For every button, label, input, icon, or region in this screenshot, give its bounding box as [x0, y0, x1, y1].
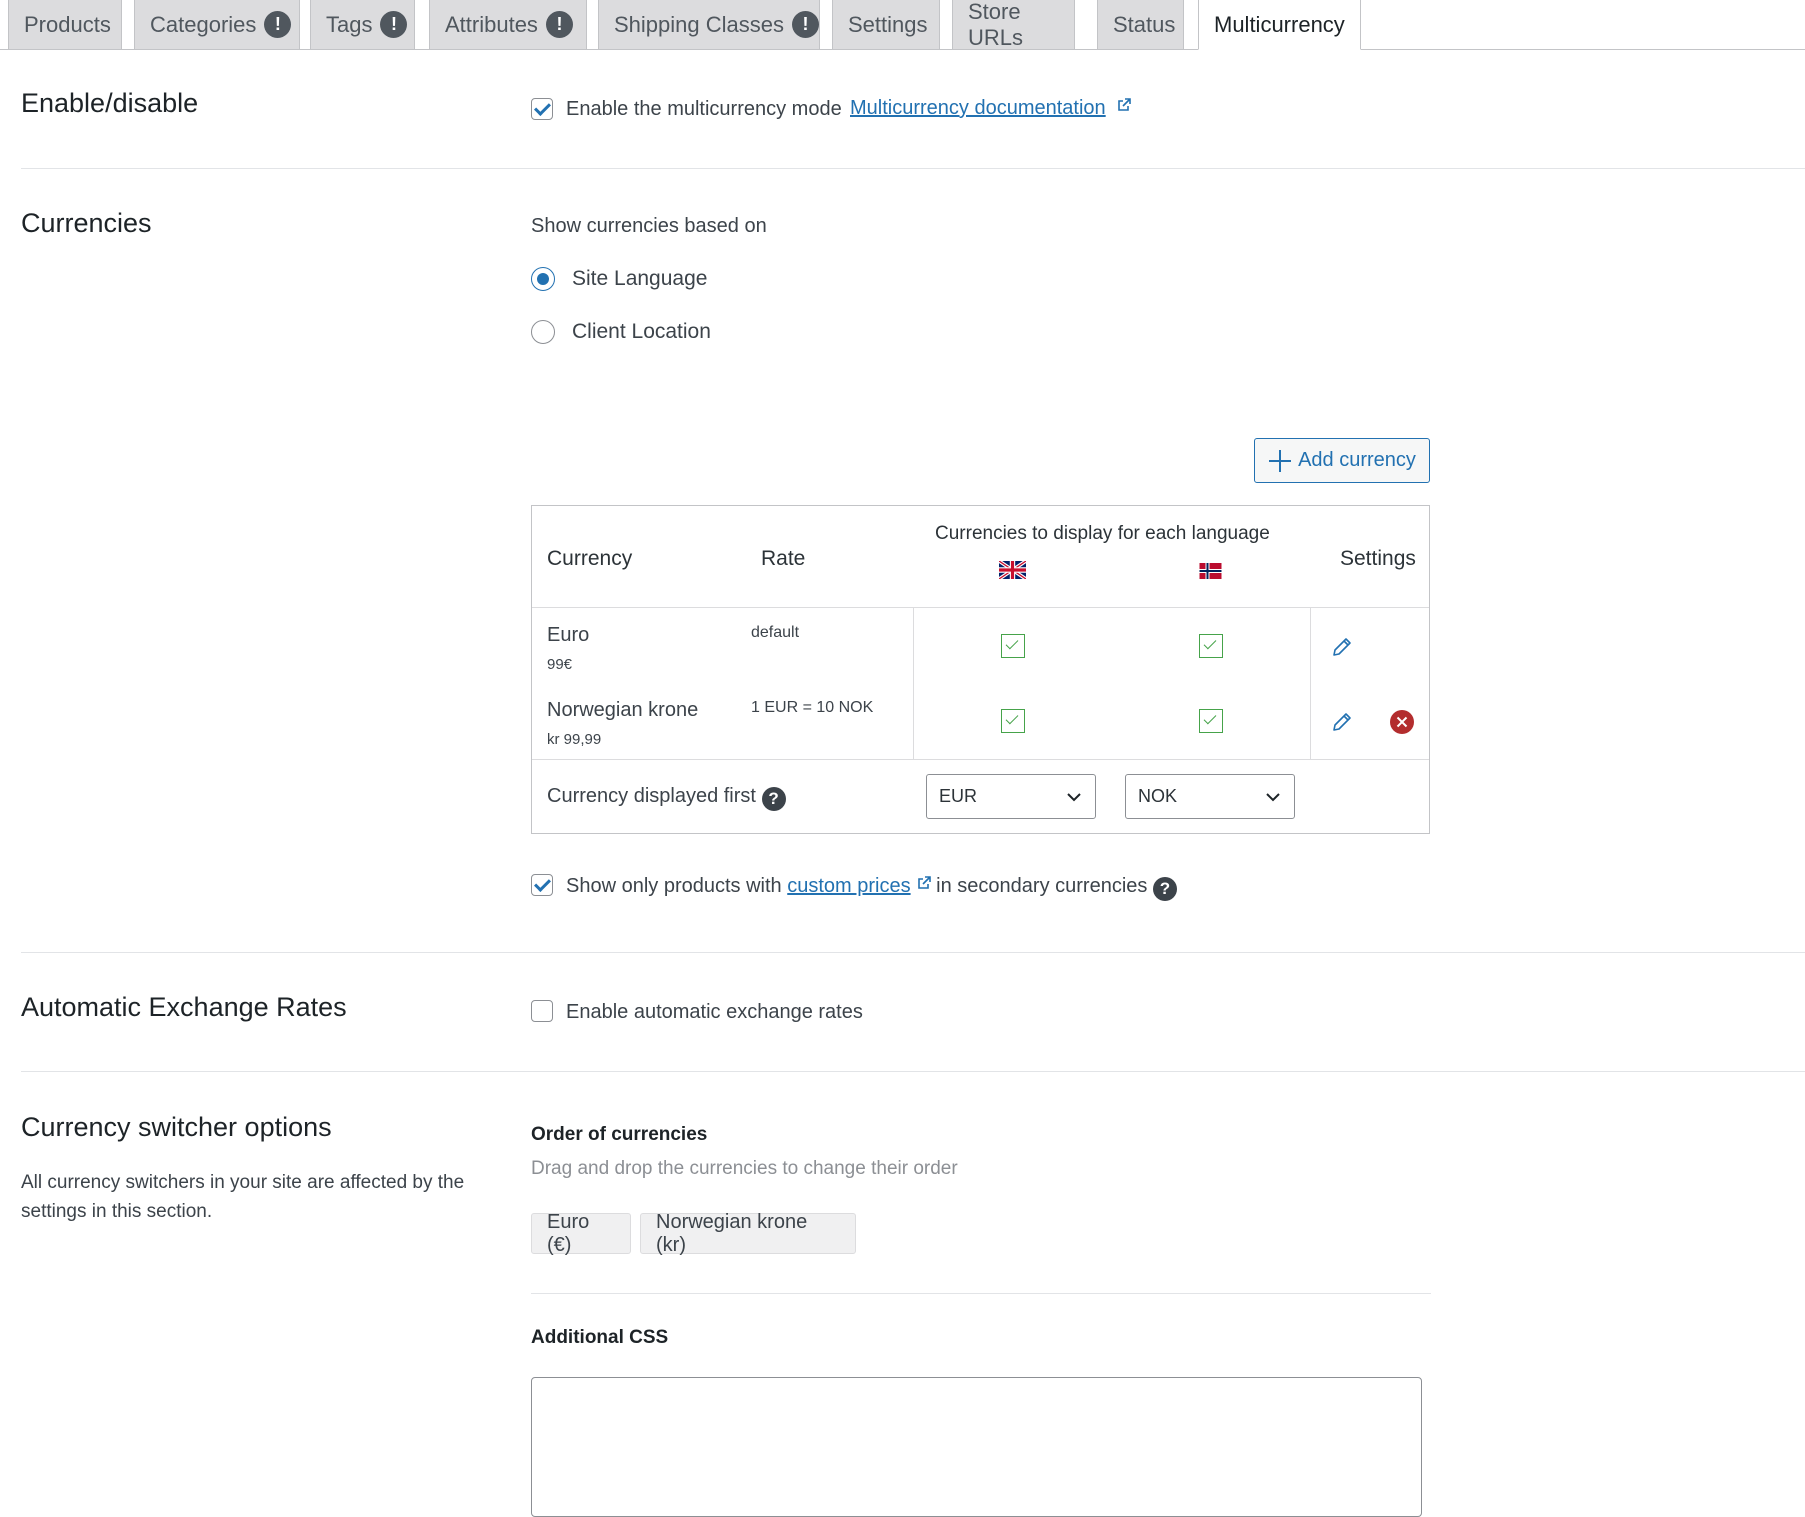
- enable-auto-rates-label: Enable automatic exchange rates: [566, 1001, 863, 1023]
- switcher-description-line2: settings in this section.: [21, 1201, 213, 1222]
- displayed-first-select-lang1[interactable]: EUR: [926, 774, 1096, 819]
- row-euro-rate: default: [751, 624, 800, 641]
- tab-label: Attributes: [445, 11, 538, 37]
- tab-label: Products: [24, 11, 111, 37]
- tab-settings[interactable]: Settings: [832, 0, 940, 49]
- tab-label: Store URLs: [968, 0, 1024, 50]
- edit-euro-pencil-icon[interactable]: [1330, 635, 1354, 659]
- table-col-divider: [913, 608, 914, 759]
- multicurrency-documentation-link[interactable]: Multicurrency documentation: [850, 97, 1106, 119]
- tab-shipping-classes[interactable]: Shipping Classes!: [598, 0, 820, 49]
- tab-status[interactable]: Status: [1097, 0, 1184, 49]
- displayed-first-select-lang2[interactable]: NOK: [1125, 774, 1295, 819]
- norway-flag-icon: [1199, 563, 1222, 579]
- warning-badge-icon: !: [264, 11, 292, 38]
- select-value: EUR: [939, 786, 978, 806]
- show-based-on-label: Show currencies based on: [531, 215, 767, 237]
- euro-lang1-check-icon[interactable]: [1001, 634, 1025, 658]
- row-nok-name: Norwegian krone: [547, 699, 699, 721]
- row-nok-price: kr 99,99: [547, 731, 602, 748]
- tab-label: Multicurrency: [1214, 11, 1345, 37]
- section-title-switcher: Currency switcher options: [21, 1112, 332, 1142]
- tab-store-urls[interactable]: Store URLs: [952, 0, 1075, 50]
- tab-multicurrency[interactable]: Multicurrency: [1198, 0, 1361, 50]
- section-title-enable: Enable/disable: [21, 88, 199, 118]
- show-only-label: Show only products with custom prices in…: [566, 875, 1177, 901]
- table-col-divider: [1310, 608, 1311, 759]
- enable-multicurrency-label: Enable the multicurrency mode: [566, 98, 842, 120]
- uk-flag-icon: [999, 561, 1026, 579]
- row-euro-name: Euro: [547, 624, 590, 646]
- order-item-euro[interactable]: Euro (€): [531, 1211, 631, 1256]
- tab-categories[interactable]: Categories!: [134, 0, 300, 49]
- select-value: NOK: [1138, 786, 1178, 806]
- displayed-first-label: Currency displayed first: [547, 785, 756, 807]
- warning-badge-icon: !: [380, 11, 408, 38]
- row-euro-price: 99€: [547, 656, 573, 673]
- section-title-currencies: Currencies: [21, 208, 152, 238]
- enable-multicurrency-checkbox[interactable]: [531, 98, 553, 120]
- warning-badge-icon: !: [545, 11, 573, 38]
- delete-nok-close-icon[interactable]: [1389, 709, 1415, 735]
- radio-client-location[interactable]: [531, 320, 555, 344]
- subsection-divider: [531, 1293, 1431, 1294]
- radio-site-language-label: Site Language: [572, 267, 708, 290]
- add-currency-label: Add currency: [1298, 449, 1416, 471]
- section-divider: [21, 1071, 1805, 1072]
- additional-css-title: Additional CSS: [531, 1327, 669, 1348]
- add-currency-button[interactable]: Add currency: [1254, 438, 1430, 483]
- table-header-divider: [532, 607, 1429, 608]
- row-nok-rate: 1 EUR = 10 NOK: [751, 699, 874, 716]
- header-currency: Currency: [547, 547, 633, 570]
- tab-tags[interactable]: Tags!: [310, 0, 415, 49]
- additional-css-textarea[interactable]: [531, 1377, 1422, 1517]
- order-item-nok[interactable]: Norwegian krone (kr): [640, 1211, 856, 1256]
- chevron-down-icon: [1067, 793, 1081, 802]
- show-only-text-before: Show only products with: [566, 875, 782, 897]
- switcher-description-line1: All currency switchers in your site are …: [21, 1172, 465, 1193]
- warning-badge-icon: !: [791, 11, 819, 38]
- radio-client-location-label: Client Location: [572, 320, 711, 343]
- tab-label: Settings: [848, 11, 928, 37]
- tab-attributes[interactable]: Attributes!: [429, 0, 587, 49]
- chevron-down-icon: [1266, 793, 1280, 802]
- help-question-icon[interactable]: ?: [1152, 877, 1177, 901]
- show-only-custom-prices-checkbox[interactable]: [531, 874, 553, 896]
- tab-label: Tags: [326, 11, 373, 37]
- tab-label: Categories: [150, 11, 257, 37]
- section-title-auto-rates: Automatic Exchange Rates: [21, 992, 347, 1022]
- tab-label: Status: [1113, 11, 1176, 37]
- currency-table: Currency Rate Currencies to display for …: [531, 505, 1430, 834]
- plus-icon: [1269, 449, 1292, 472]
- tab-label: Shipping Classes: [614, 11, 784, 37]
- euro-lang2-check-icon[interactable]: [1199, 634, 1223, 658]
- edit-nok-pencil-icon[interactable]: [1330, 710, 1354, 734]
- order-hint: Drag and drop the currencies to change t…: [531, 1158, 958, 1179]
- show-only-text-after: in secondary currencies: [936, 875, 1148, 897]
- nok-lang2-check-icon[interactable]: [1199, 709, 1223, 733]
- tab-bar: Products Categories! Tags! Attributes! S…: [0, 0, 1805, 50]
- external-link-icon: [1118, 98, 1132, 111]
- order-of-currencies-title: Order of currencies: [531, 1124, 708, 1145]
- section-divider: [21, 168, 1805, 169]
- external-link-icon: [917, 876, 931, 889]
- section-divider: [21, 952, 1805, 953]
- tab-bar-divider: [0, 49, 1805, 50]
- header-rate: Rate: [761, 547, 806, 570]
- displayed-first-wrapper: Currency displayed first ?: [547, 785, 786, 811]
- doc-link-wrapper: Multicurrency documentation: [850, 97, 1132, 120]
- nok-lang1-check-icon[interactable]: [1001, 709, 1025, 733]
- table-footer-divider: [532, 759, 1429, 760]
- header-per-language: Currencies to display for each language: [935, 523, 1270, 544]
- help-question-icon[interactable]: ?: [761, 787, 786, 811]
- tab-products[interactable]: Products: [8, 0, 122, 49]
- header-settings: Settings: [1340, 547, 1416, 570]
- enable-auto-rates-checkbox[interactable]: [531, 1000, 553, 1022]
- custom-prices-link[interactable]: custom prices: [787, 875, 910, 897]
- radio-site-language[interactable]: [531, 267, 555, 291]
